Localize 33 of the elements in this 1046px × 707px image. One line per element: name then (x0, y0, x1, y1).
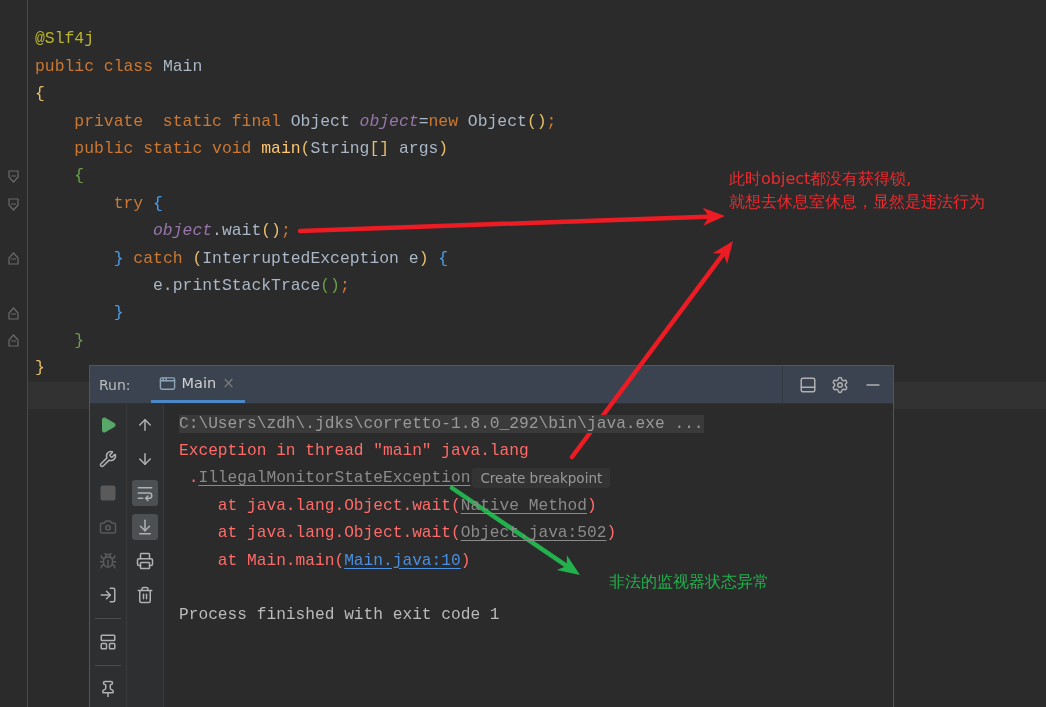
run-tab[interactable]: Main × (150, 366, 245, 403)
console-line: Process finished with exit code 1 (179, 606, 500, 625)
code-line: } (112, 305, 124, 322)
code-line: { (35, 86, 45, 103)
fold-marker-icon[interactable] (8, 170, 19, 184)
code-line: public class Main (35, 58, 203, 76)
code-line: object.wait(); (152, 223, 291, 240)
console-line: Exception in thread "main" java.lang (179, 442, 529, 461)
code-line: try { (112, 195, 163, 213)
console-line: .IllegalMonitorStateException (187, 469, 471, 488)
wrap-icon[interactable] (132, 480, 158, 506)
code-line: { (73, 168, 85, 185)
annotation-text: 此时object都没有获得锁, 就想去休息室休息，显然是违法行为 (729, 168, 985, 213)
fold-marker-icon[interactable] (8, 334, 19, 348)
code-line: } catch (InterruptedException e) { (112, 250, 449, 267)
code-line: } (35, 360, 45, 377)
code-line: e.printStackTrace(); (152, 278, 350, 295)
settings-icon[interactable] (831, 375, 849, 394)
fold-marker-icon[interactable] (8, 307, 19, 321)
code-line: } (73, 332, 85, 350)
annotation-text: 非法的监视器状态异常 (609, 571, 769, 593)
code-line: public static void main(String[] args) (73, 141, 449, 158)
create-breakpoint-hint[interactable]: Create breakpoint (472, 468, 611, 489)
scroll-to-end-icon[interactable] (132, 514, 158, 540)
console-icon (158, 374, 176, 392)
fold-marker-icon[interactable] (8, 197, 19, 211)
close-icon[interactable]: × (222, 374, 235, 392)
code-line: @Slf4j (35, 31, 95, 48)
console-line: at Main.main(Main.java:10) (216, 551, 471, 570)
code-line: private static final Object object=new Object(); (73, 113, 557, 131)
fold-marker-icon[interactable] (8, 252, 19, 266)
panel-label: Run: (99, 376, 131, 393)
layout-icon[interactable] (799, 375, 817, 394)
